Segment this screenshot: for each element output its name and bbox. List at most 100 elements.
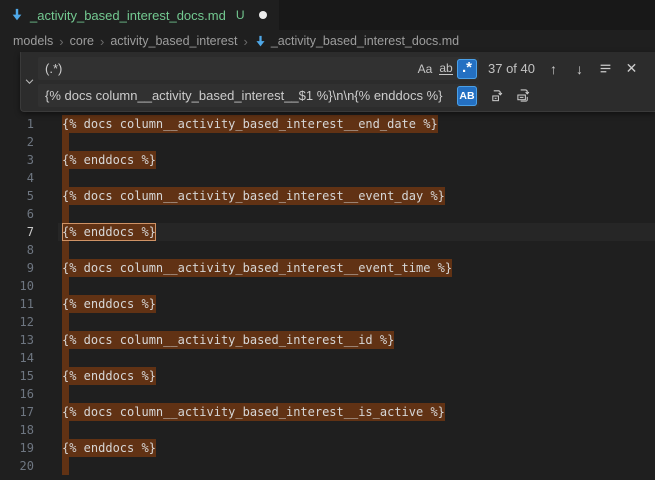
line-text	[62, 313, 69, 331]
regex-icon: .*	[462, 59, 472, 76]
preserve-case-toggle[interactable]: AB	[457, 86, 477, 106]
whole-word-toggle[interactable]: ab	[436, 59, 456, 79]
find-widget: (.*) Aa ab .* 37 of 40 ↑ ↓ ✕ {% docs col…	[20, 52, 655, 112]
find-previous-button[interactable]: ↑	[543, 58, 564, 79]
code-line[interactable]: 4	[0, 169, 655, 187]
code-line[interactable]: 10	[0, 277, 655, 295]
code-line[interactable]: 14	[0, 349, 655, 367]
line-text: {% enddocs %}	[62, 295, 156, 313]
code-line[interactable]: 20	[0, 457, 655, 475]
replace-input[interactable]: {% docs column__activity_based_interest_…	[38, 84, 479, 107]
breadcrumb-item-file[interactable]: _activity_based_interest_docs.md	[253, 34, 460, 48]
code-line[interactable]: 3 {% enddocs %}	[0, 151, 655, 169]
code-line[interactable]: 19 {% enddocs %}	[0, 439, 655, 457]
find-match: {% enddocs %}	[62, 367, 156, 385]
editor-tab[interactable]: _activity_based_interest_docs.md U	[0, 0, 279, 30]
line-number[interactable]: 7	[0, 223, 34, 241]
line-number[interactable]: 13	[0, 331, 34, 349]
arrow-up-icon: ↑	[550, 61, 557, 77]
code-line[interactable]: 11 {% enddocs %}	[0, 295, 655, 313]
line-text	[62, 277, 69, 295]
tab-bar: _activity_based_interest_docs.md U	[0, 0, 655, 30]
tab-filename: _activity_based_interest_docs.md	[30, 8, 226, 23]
line-number[interactable]: 12	[0, 313, 34, 331]
find-match-current: {% enddocs %}	[62, 223, 156, 241]
find-match: {% docs column__activity_based_interest_…	[62, 187, 445, 205]
line-number[interactable]: 3	[0, 151, 34, 169]
line-text: {% docs column__activity_based_interest_…	[62, 403, 445, 421]
line-number[interactable]: 4	[0, 169, 34, 187]
breadcrumb-item-models[interactable]: models	[12, 34, 54, 48]
find-match-empty	[62, 205, 69, 223]
code-line[interactable]: 9 {% docs column__activity_based_interest…	[0, 259, 655, 277]
find-row: (.*) Aa ab .* 37 of 40 ↑ ↓ ✕	[38, 57, 649, 80]
find-match-empty	[62, 349, 69, 367]
close-icon: ✕	[626, 60, 638, 77]
match-case-toggle[interactable]: Aa	[415, 59, 435, 79]
git-status-badge: U	[236, 8, 245, 22]
breadcrumb-item-core[interactable]: core	[69, 34, 95, 48]
line-number[interactable]: 1	[0, 115, 34, 133]
modified-dot-icon[interactable]	[259, 11, 267, 19]
line-number[interactable]: 17	[0, 403, 34, 421]
find-nav-buttons: ↑ ↓ ✕	[543, 58, 642, 79]
code-line[interactable]: 17 {% docs column__activity_based_interes…	[0, 403, 655, 421]
line-number[interactable]: 15	[0, 367, 34, 385]
line-text	[62, 421, 69, 439]
line-number[interactable]: 19	[0, 439, 34, 457]
chevron-right-icon: ›	[95, 34, 109, 49]
code-line[interactable]: 16	[0, 385, 655, 403]
code-line[interactable]: 7 {% enddocs %}	[0, 223, 655, 241]
replace-all-button[interactable]	[513, 85, 534, 106]
code-line[interactable]: 18	[0, 421, 655, 439]
line-number[interactable]: 6	[0, 205, 34, 223]
line-text: {% enddocs %}	[62, 439, 156, 457]
find-match: {% enddocs %}	[62, 439, 156, 457]
find-input[interactable]: (.*) Aa ab .*	[38, 57, 479, 80]
replace-icon	[490, 88, 505, 103]
line-number[interactable]: 20	[0, 457, 34, 475]
line-number[interactable]: 14	[0, 349, 34, 367]
line-number[interactable]: 11	[0, 295, 34, 313]
markdown-file-icon	[10, 8, 24, 22]
find-match-empty	[62, 313, 69, 331]
line-text: {% docs column__activity_based_interest_…	[62, 259, 452, 277]
find-next-button[interactable]: ↓	[569, 58, 590, 79]
line-text	[62, 241, 69, 259]
line-number[interactable]: 18	[0, 421, 34, 439]
line-number[interactable]: 2	[0, 133, 34, 151]
find-match-empty	[62, 277, 69, 295]
find-widget-rows: (.*) Aa ab .* 37 of 40 ↑ ↓ ✕ {% docs col…	[38, 52, 655, 111]
code-line[interactable]: 13{% docs column__activity_based_interes…	[0, 331, 655, 349]
find-match-empty	[62, 169, 69, 187]
line-number[interactable]: 8	[0, 241, 34, 259]
code-line[interactable]: 1 {% docs column__activity_based_interest…	[0, 115, 655, 133]
breadcrumb-file-label: _activity_based_interest_docs.md	[271, 34, 459, 48]
editor[interactable]: 1{% docs column__activity_based_interest…	[0, 52, 655, 470]
toggle-replace-button[interactable]	[21, 52, 38, 111]
code-line[interactable]: 2	[0, 133, 655, 151]
line-text: {% enddocs %}	[62, 151, 156, 169]
line-text: {% enddocs %}	[62, 367, 156, 385]
find-in-selection-button[interactable]	[595, 58, 616, 79]
find-match: {% docs column__activity_based_interest_…	[62, 403, 445, 421]
line-number[interactable]: 16	[0, 385, 34, 403]
line-number[interactable]: 9	[0, 259, 34, 277]
arrow-down-icon: ↓	[576, 61, 583, 77]
code-line[interactable]: 5 {% docs column__activity_based_interest…	[0, 187, 655, 205]
line-number[interactable]: 10	[0, 277, 34, 295]
close-find-button[interactable]: ✕	[621, 58, 642, 79]
editor-lines: 1 {% docs column__activity_based_interest…	[0, 115, 655, 475]
line-number[interactable]: 5	[0, 187, 34, 205]
code-line[interactable]: 6	[0, 205, 655, 223]
line-text	[62, 349, 69, 367]
breadcrumb-item-activity-based-interest[interactable]: activity_based_interest	[109, 34, 238, 48]
regex-toggle[interactable]: .*	[457, 59, 477, 79]
code-line[interactable]: 8	[0, 241, 655, 259]
chevron-right-icon: ›	[238, 34, 252, 49]
find-match: {% enddocs %}	[62, 151, 156, 169]
code-line[interactable]: 15 {% enddocs %}	[0, 367, 655, 385]
replace-button[interactable]	[487, 85, 508, 106]
code-line[interactable]: 12	[0, 313, 655, 331]
find-match: {% docs column__activity_based_interest_…	[62, 115, 438, 133]
